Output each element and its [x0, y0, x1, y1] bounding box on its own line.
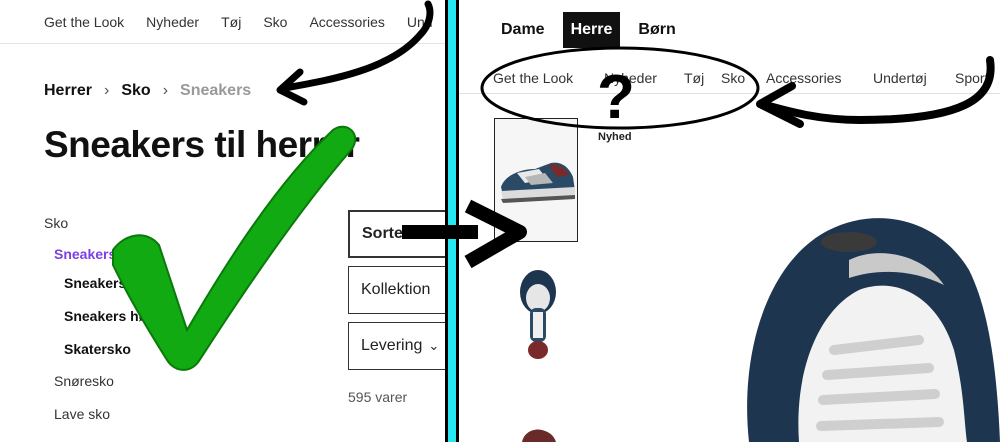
- breadcrumb: Herrer › Sko › Sneakers: [44, 82, 251, 100]
- sneaker-side-image: [501, 162, 575, 203]
- nav-sko[interactable]: Sko: [721, 70, 745, 86]
- tab-herre[interactable]: Herre: [562, 12, 621, 48]
- product-thumbnail[interactable]: [494, 418, 578, 442]
- tab-dame[interactable]: Dame: [489, 12, 557, 48]
- product-thumbnail-selected[interactable]: [494, 118, 578, 242]
- sneaker-image: [522, 429, 556, 442]
- nav-nyheder[interactable]: Nyheder: [146, 14, 199, 30]
- breadcrumb-current: Sneakers: [180, 82, 252, 99]
- category-lave-sko[interactable]: Lave sko: [54, 406, 110, 422]
- chevron-right-icon: ›: [162, 82, 169, 99]
- left-screenshot: Get the Look Nyheder Tøj Sko Accessories…: [0, 0, 445, 442]
- product-thumbnail[interactable]: [494, 262, 578, 372]
- chevron-down-icon: ⌄: [428, 338, 440, 353]
- nav-get-the-look[interactable]: Get the Look: [44, 14, 124, 30]
- breadcrumb-herrer[interactable]: Herrer: [44, 82, 92, 100]
- nav-sko[interactable]: Sko: [263, 14, 287, 30]
- nav-accessories[interactable]: Accessories: [309, 14, 384, 30]
- split-divider: [445, 0, 459, 442]
- nav-sport[interactable]: Sport: [955, 70, 988, 86]
- tab-born[interactable]: Børn: [626, 12, 687, 48]
- sort-label: Sorter: [362, 225, 410, 242]
- nav-get-the-look[interactable]: Get the Look: [493, 70, 573, 86]
- delivery-label: Levering: [361, 337, 423, 354]
- gender-tabs: Dame Herre Børn: [489, 12, 688, 48]
- sneaker-top-image: [520, 270, 556, 359]
- category-sko[interactable]: Sko: [44, 215, 68, 231]
- nav-toj[interactable]: Tøj: [684, 70, 704, 86]
- chevron-right-icon: ›: [104, 82, 110, 99]
- collection-label: Kollektion: [361, 281, 431, 298]
- result-count: 595 varer: [348, 389, 408, 405]
- breadcrumb-sko[interactable]: Sko: [121, 82, 150, 100]
- right-main-nav: Get the Look Nyheder Tøj Sko Accessories…: [459, 64, 1000, 94]
- category-snoresko[interactable]: Snøresko: [54, 373, 114, 389]
- nav-toj[interactable]: Tøj: [221, 14, 241, 30]
- right-screenshot: Dame Herre Børn Get the Look Nyheder Tøj…: [459, 0, 1000, 442]
- nav-undertoj[interactable]: Undertøj: [873, 70, 927, 86]
- main-nav: Get the Look Nyheder Tøj Sko Accessories…: [0, 0, 445, 44]
- new-badge: Nyhed: [598, 131, 632, 143]
- nav-accessories[interactable]: Accessories: [766, 70, 841, 86]
- nav-nyheder[interactable]: Nyheder: [604, 70, 657, 86]
- checkmark-icon: [112, 125, 357, 371]
- sneaker-main-image: [747, 218, 1000, 442]
- nav-undertoj[interactable]: Und: [407, 14, 433, 30]
